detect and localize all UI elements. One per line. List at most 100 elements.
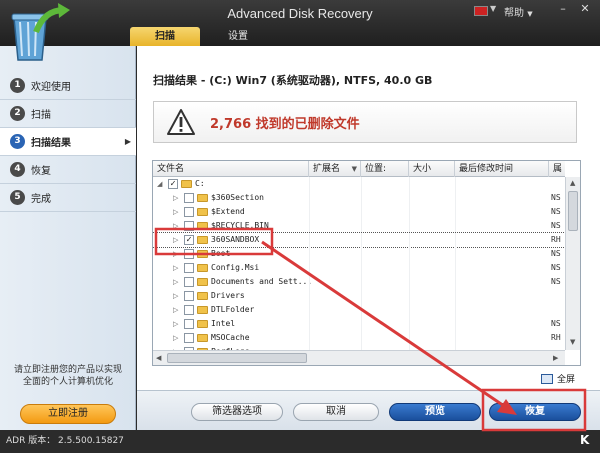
- sidebar-item-recover[interactable]: 4 恢复: [0, 156, 136, 184]
- tree-expand-icon[interactable]: ▷: [173, 191, 178, 205]
- tree-expand-icon[interactable]: ▷: [173, 261, 178, 275]
- app-logo-icon: [11, 3, 70, 61]
- row-checkbox[interactable]: [184, 319, 194, 329]
- sidebar-item-welcome[interactable]: 1 欢迎使用: [0, 72, 136, 100]
- attribute-value: RH: [551, 235, 561, 244]
- row-checkbox[interactable]: ✓: [168, 179, 178, 189]
- file-name: Drivers: [211, 291, 245, 300]
- tab-scan[interactable]: 扫描: [130, 27, 200, 46]
- column-modified[interactable]: 最后修改时间: [455, 161, 549, 177]
- tree-expand-icon[interactable]: ▷: [173, 275, 178, 289]
- sidebar: 1 欢迎使用 2 扫描 3 扫描结果 ▶ 4 恢复 5 完成 请立即注册您的产品…: [0, 46, 136, 430]
- tree-collapse-icon[interactable]: ◢: [157, 177, 162, 191]
- file-name: Intel: [211, 319, 236, 328]
- attribute-value: NS: [551, 263, 561, 272]
- sort-down-icon: ▼: [351, 165, 357, 173]
- fullscreen-toggle[interactable]: 全屏: [541, 372, 575, 385]
- scroll-down-icon[interactable]: ▼: [570, 338, 575, 346]
- recover-button[interactable]: 恢复: [489, 403, 581, 421]
- column-filename[interactable]: 文件名: [153, 161, 309, 177]
- row-checkbox[interactable]: [184, 291, 194, 301]
- attribute-value: NS: [551, 277, 561, 286]
- row-checkbox[interactable]: [184, 221, 194, 231]
- table-row[interactable]: ▷ ✓ 360SANDBOX RH: [153, 232, 566, 248]
- scroll-thumb[interactable]: [167, 353, 307, 363]
- row-checkbox[interactable]: [184, 277, 194, 287]
- scroll-thumb[interactable]: [568, 191, 578, 231]
- help-menu[interactable]: 帮助 ▼: [504, 4, 533, 19]
- tree-expand-icon[interactable]: ▷: [173, 331, 178, 345]
- resize-grip-icon[interactable]: K: [580, 433, 589, 447]
- table-row[interactable]: ◢ ✓ C:: [153, 177, 565, 191]
- preview-button[interactable]: 预览: [389, 403, 481, 421]
- column-attributes[interactable]: 属: [549, 161, 565, 177]
- table-row[interactable]: ▷ Documents and Sett... NS: [153, 275, 565, 289]
- sidebar-item-scan[interactable]: 2 扫描: [0, 100, 136, 128]
- table-row[interactable]: ▷ Boot NS: [153, 247, 565, 261]
- found-count-text: 2,766 找到的已删除文件: [210, 116, 360, 132]
- attribute-value: RH: [551, 333, 561, 342]
- sidebar-item-label: 欢迎使用: [31, 82, 71, 93]
- table-row[interactable]: ▷ DTLFolder: [153, 303, 565, 317]
- cancel-button[interactable]: 取消: [293, 403, 379, 421]
- row-checkbox[interactable]: [184, 333, 194, 343]
- file-name: C:: [195, 179, 205, 188]
- row-checkbox[interactable]: [184, 263, 194, 273]
- tree-expand-icon[interactable]: ▷: [173, 317, 178, 331]
- close-button[interactable]: ✕: [576, 2, 594, 16]
- tree-expand-icon[interactable]: ▷: [173, 247, 178, 261]
- tab-settings[interactable]: 设置: [203, 27, 273, 46]
- row-checkbox[interactable]: [184, 207, 194, 217]
- table-row[interactable]: ▷ Drivers: [153, 289, 565, 303]
- table-row[interactable]: ▷ $360Section NS: [153, 191, 565, 205]
- sidebar-item-label: 扫描结果: [31, 138, 71, 149]
- table-body: ◢ ✓ C: ▷ $360Section NS ▷ $Extend NS ▷ $RECYCLE.BI…: [153, 177, 566, 359]
- table-row[interactable]: ▷ Config.Msi NS: [153, 261, 565, 275]
- file-name: Config.Msi: [211, 263, 260, 272]
- horizontal-scrollbar[interactable]: ◀ ▶: [153, 350, 565, 365]
- warning-icon: [167, 109, 195, 135]
- row-checkbox[interactable]: [184, 193, 194, 203]
- scroll-up-icon[interactable]: ▲: [570, 179, 575, 187]
- tree-expand-icon[interactable]: ▷: [173, 289, 178, 303]
- table-row[interactable]: ▷ Intel NS: [153, 317, 565, 331]
- column-location[interactable]: 位置:: [361, 161, 409, 177]
- promo-line: 请立即注册您的产品以实现: [13, 365, 122, 375]
- vertical-scrollbar[interactable]: ▲ ▼: [565, 177, 580, 350]
- sidebar-item-finish[interactable]: 5 完成: [0, 184, 136, 212]
- found-files-banner: 2,766 找到的已删除文件: [153, 101, 577, 143]
- row-checkbox[interactable]: [184, 249, 194, 259]
- folder-icon: [181, 180, 192, 188]
- filter-options-button[interactable]: 筛选器选项: [191, 403, 283, 421]
- column-size[interactable]: 大小: [409, 161, 455, 177]
- column-label: 扩展名: [313, 164, 341, 174]
- row-checkbox[interactable]: ✓: [184, 235, 194, 245]
- folder-icon: [197, 250, 208, 258]
- tree-expand-icon[interactable]: ▷: [173, 205, 178, 219]
- row-checkbox[interactable]: [184, 305, 194, 315]
- sidebar-item-label: 恢复: [31, 166, 51, 177]
- table-row[interactable]: ▷ MSOCache RH: [153, 331, 565, 345]
- scroll-left-icon[interactable]: ◀: [156, 354, 161, 362]
- folder-icon: [197, 320, 208, 328]
- help-arrow-icon: ▼: [527, 10, 533, 18]
- column-extension[interactable]: 扩展名 ▼: [309, 161, 361, 177]
- help-label: 帮助: [504, 8, 524, 19]
- tree-expand-icon[interactable]: ▷: [173, 219, 178, 233]
- table-row[interactable]: ▷ $RECYCLE.BIN NS: [153, 219, 565, 233]
- flag-icon[interactable]: [474, 6, 488, 16]
- file-tree-table[interactable]: 文件名 扩展名 ▼ 位置: 大小 最后修改时间 属 ◢ ✓ C: ▷ $360Secti…: [152, 160, 581, 366]
- minimize-button[interactable]: –: [554, 2, 572, 16]
- scroll-right-icon[interactable]: ▶: [553, 354, 558, 362]
- register-button[interactable]: 立即注册: [20, 404, 116, 424]
- sidebar-item-label: 扫描: [31, 110, 51, 121]
- file-name: 360SANDBOX: [211, 235, 260, 244]
- table-row[interactable]: ▷ $Extend NS: [153, 205, 565, 219]
- tree-expand-icon[interactable]: ▷: [173, 303, 178, 317]
- tree-expand-icon[interactable]: ▷: [173, 233, 178, 247]
- register-promo-text: 请立即注册您的产品以实现 全面的个人计算机优化: [0, 364, 136, 388]
- table-header: 文件名 扩展名 ▼ 位置: 大小 最后修改时间 属: [153, 161, 565, 177]
- sidebar-item-scan-results[interactable]: 3 扫描结果 ▶: [0, 128, 136, 156]
- file-name: DTLFolder: [211, 305, 255, 314]
- language-dropdown-icon[interactable]: ▼: [490, 4, 496, 13]
